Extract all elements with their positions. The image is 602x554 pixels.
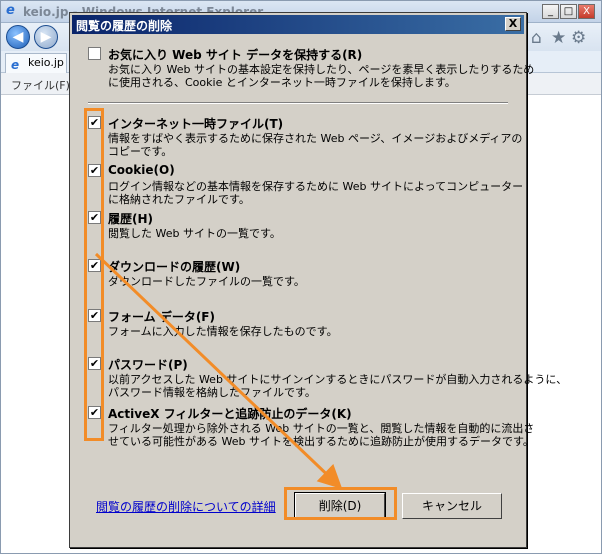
option-label: ダウンロードの履歴(W) <box>108 260 241 274</box>
tab-label: keio.jp <box>28 56 64 69</box>
desc-line: 閲覧した Web サイトの一覧です。 <box>108 227 281 240</box>
option-description: 以前アクセスした Web サイトにサインインするときにパスワードが自動入力される… <box>108 373 568 399</box>
tab-keio[interactable]: e keio.jp <box>5 53 67 73</box>
desc-line: お気に入り Web サイトの基本設定を保持したり、ページを素早く表示したりするた… <box>108 63 535 76</box>
separator <box>88 102 508 104</box>
option-description: フィルター処理から除外される Web サイトの一覧と、閲覧した情報を自動的に流出… <box>108 422 535 448</box>
desc-line: ログイン情報などの基本情報を保存するために Web サイトによってコンピューター <box>108 180 524 193</box>
option-label: Cookie(O) <box>108 163 175 177</box>
desc-line: に格納されたファイルです。 <box>108 193 250 206</box>
delete-history-dialog: 閲覧の履歴の削除 X お気に入り Web サイト データを保持する(R) お気に… <box>69 12 568 548</box>
desc-line: ダウンロードしたファイルの一覧です。 <box>108 275 305 288</box>
tab-favicon-icon: e <box>11 58 20 72</box>
home-icon[interactable]: ⌂ <box>531 28 542 48</box>
tools-icon[interactable]: ⚙ <box>571 28 586 48</box>
checkbox-highlight-box <box>84 108 104 441</box>
desc-line: コピーです。 <box>108 145 173 158</box>
menu-file[interactable]: ファイル(F) <box>11 77 70 93</box>
forward-button[interactable]: ▶ <box>34 25 58 49</box>
favorites-icon[interactable]: ★ <box>551 28 566 48</box>
delete-button-highlight-box <box>284 487 397 520</box>
option-label: 履歴(H) <box>108 212 154 226</box>
dialog-close-button[interactable]: X <box>505 17 521 31</box>
option-description: お気に入り Web サイトの基本設定を保持したり、ページを素早く表示したりするた… <box>108 63 535 89</box>
option-label: インターネット一時ファイル(T) <box>108 117 284 131</box>
back-button[interactable]: ◀ <box>6 25 30 49</box>
browser-close-button[interactable]: X <box>578 4 595 19</box>
dialog-title: 閲覧の履歴の削除 <box>76 19 173 33</box>
desc-line: フィルター処理から除外される Web サイトの一覧と、閲覧した情報を自動的に流出… <box>108 422 535 435</box>
option-description: 情報をすばやく表示するために保存された Web ページ、イメージおよびメディアの… <box>108 132 523 158</box>
cancel-button[interactable]: キャンセル <box>402 493 502 519</box>
help-link[interactable]: 閲覧の履歴の削除についての詳細 <box>96 498 276 515</box>
maximize-button[interactable]: □ <box>560 4 577 19</box>
option-label: フォーム データ(F) <box>108 310 215 324</box>
option-label: ActiveX フィルターと追跡防止のデータ(K) <box>108 407 352 421</box>
minimize-button[interactable]: _ <box>542 4 559 19</box>
ie-logo-icon: e <box>6 3 15 18</box>
desc-line: に使用される、Cookie とインターネット一時ファイルを保持します。 <box>108 76 456 89</box>
desc-line: 情報をすばやく表示するために保存された Web ページ、イメージおよびメディアの <box>108 132 523 145</box>
dialog-titlebar: 閲覧の履歴の削除 X <box>72 15 524 34</box>
desc-line: パスワード情報を格納したファイルです。 <box>108 386 316 399</box>
option-description: ダウンロードしたファイルの一覧です。 <box>108 275 518 288</box>
option-description: ログイン情報などの基本情報を保存するために Web サイトによってコンピューター… <box>108 180 524 206</box>
option-label: パスワード(P) <box>108 358 188 372</box>
option-description: フォームに入力した情報を保存したものです。 <box>108 325 518 338</box>
option-description: 閲覧した Web サイトの一覧です。 <box>108 227 518 240</box>
desc-line: せている可能性がある Web サイトを検出するために追跡防止が使用するデータです… <box>108 435 534 448</box>
desc-line: フォームに入力した情報を保存したものです。 <box>108 325 338 338</box>
option-label: お気に入り Web サイト データを保持する(R) <box>108 48 363 62</box>
checkbox-preserve-favorites[interactable] <box>88 47 101 60</box>
desc-line: 以前アクセスした Web サイトにサインインするときにパスワードが自動入力される… <box>108 373 568 386</box>
